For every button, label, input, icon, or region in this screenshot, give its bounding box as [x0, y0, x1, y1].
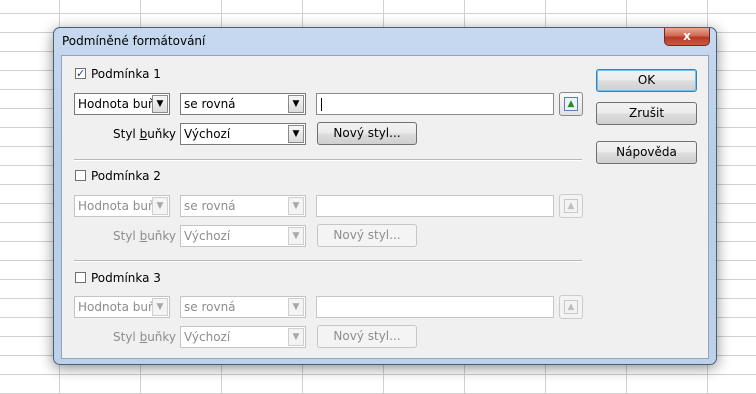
chevron-down-icon[interactable]: ▼: [288, 298, 304, 316]
chevron-down-icon[interactable]: ▼: [288, 197, 304, 215]
condition-2-shrink-button[interactable]: ▲: [559, 194, 583, 218]
condition-1-style-select[interactable]: Výchozí ▼: [180, 123, 306, 145]
condition-1-type-value: Hodnota buňky: [78, 97, 154, 111]
cancel-button-label: Zrušit: [628, 106, 665, 120]
chevron-down-icon[interactable]: ▼: [288, 125, 304, 143]
condition-1-shrink-button[interactable]: ▲: [559, 92, 583, 116]
condition-3-new-style-button[interactable]: Nový styl...: [317, 325, 417, 348]
condition-3-checkbox[interactable]: [75, 272, 86, 283]
condition-1-type-select[interactable]: Hodnota buňky ▼: [74, 93, 170, 115]
condition-3-label: Podmínka 3: [91, 271, 161, 285]
condition-2-checkbox[interactable]: [75, 170, 86, 181]
chevron-down-icon[interactable]: ▼: [152, 197, 168, 215]
condition-1-style-label: Styl buňky: [113, 127, 177, 141]
condition-3-shrink-button[interactable]: ▲: [559, 295, 583, 319]
condition-1-label: Podmínka 1: [91, 67, 161, 81]
shrink-dialog-icon: ▲: [564, 300, 578, 314]
chevron-down-icon[interactable]: ▼: [152, 95, 168, 113]
condition-3-operator-value: se rovná: [184, 300, 236, 314]
condition-2-new-style-button[interactable]: Nový styl...: [317, 224, 417, 247]
ok-button-label: OK: [637, 73, 656, 87]
condition-3-style-label: Styl buňky: [113, 330, 177, 344]
condition-1-new-style-button[interactable]: Nový styl...: [317, 122, 417, 145]
condition-1-style-value: Výchozí: [184, 127, 231, 141]
close-button[interactable]: x: [664, 28, 710, 46]
conditional-formatting-dialog: Podmíněné formátování x ✓ Podmínka 1 Hod…: [53, 27, 717, 365]
condition-1-value-input[interactable]: [316, 93, 554, 115]
condition-2-style-value: Výchozí: [184, 229, 231, 243]
condition-2-type-select[interactable]: Hodnota buňky ▼: [74, 195, 170, 217]
condition-1-new-style-label: Nový styl...: [333, 126, 401, 140]
condition-3-value-input[interactable]: [316, 296, 554, 318]
chevron-down-icon[interactable]: ▼: [152, 298, 168, 316]
condition-3-operator-select[interactable]: se rovná ▼: [180, 296, 306, 318]
chevron-down-icon[interactable]: ▼: [288, 328, 304, 346]
close-icon: x: [683, 29, 691, 43]
condition-1-operator-value: se rovná: [184, 97, 236, 111]
condition-3-style-select[interactable]: Výchozí ▼: [180, 326, 306, 348]
dialog-title: Podmíněné formátování: [62, 34, 206, 48]
condition-3-type-select[interactable]: Hodnota buňky ▼: [74, 296, 170, 318]
chevron-down-icon[interactable]: ▼: [288, 95, 304, 113]
condition-1-checkbox[interactable]: ✓: [75, 68, 86, 79]
condition-2-operator-select[interactable]: se rovná ▼: [180, 195, 306, 217]
cancel-button[interactable]: Zrušit: [596, 102, 697, 125]
dialog-body: ✓ Podmínka 1 Hodnota buňky ▼ se rovná ▼ …: [61, 55, 709, 359]
ok-button[interactable]: OK: [596, 69, 697, 92]
condition-3-new-style-label: Nový styl...: [333, 329, 401, 343]
shrink-dialog-icon: ▲: [564, 97, 578, 111]
condition-2-style-select[interactable]: Výchozí ▼: [180, 225, 306, 247]
separator: [74, 260, 582, 262]
condition-2-type-value: Hodnota buňky: [78, 199, 154, 213]
check-icon: ✓: [76, 67, 86, 80]
condition-1-operator-select[interactable]: se rovná ▼: [180, 93, 306, 115]
help-button[interactable]: Nápověda: [596, 141, 697, 164]
shrink-dialog-icon: ▲: [564, 199, 578, 213]
text-caret: [321, 98, 322, 111]
chevron-down-icon[interactable]: ▼: [288, 227, 304, 245]
condition-2-new-style-label: Nový styl...: [333, 228, 401, 242]
condition-2-label: Podmínka 2: [91, 169, 161, 183]
condition-2-style-label: Styl buňky: [113, 229, 177, 243]
help-button-label: Nápověda: [616, 145, 677, 159]
condition-3-type-value: Hodnota buňky: [78, 300, 154, 314]
condition-2-operator-value: se rovná: [184, 199, 236, 213]
condition-3-style-value: Výchozí: [184, 330, 231, 344]
separator: [74, 159, 582, 161]
condition-2-value-input[interactable]: [316, 195, 554, 217]
